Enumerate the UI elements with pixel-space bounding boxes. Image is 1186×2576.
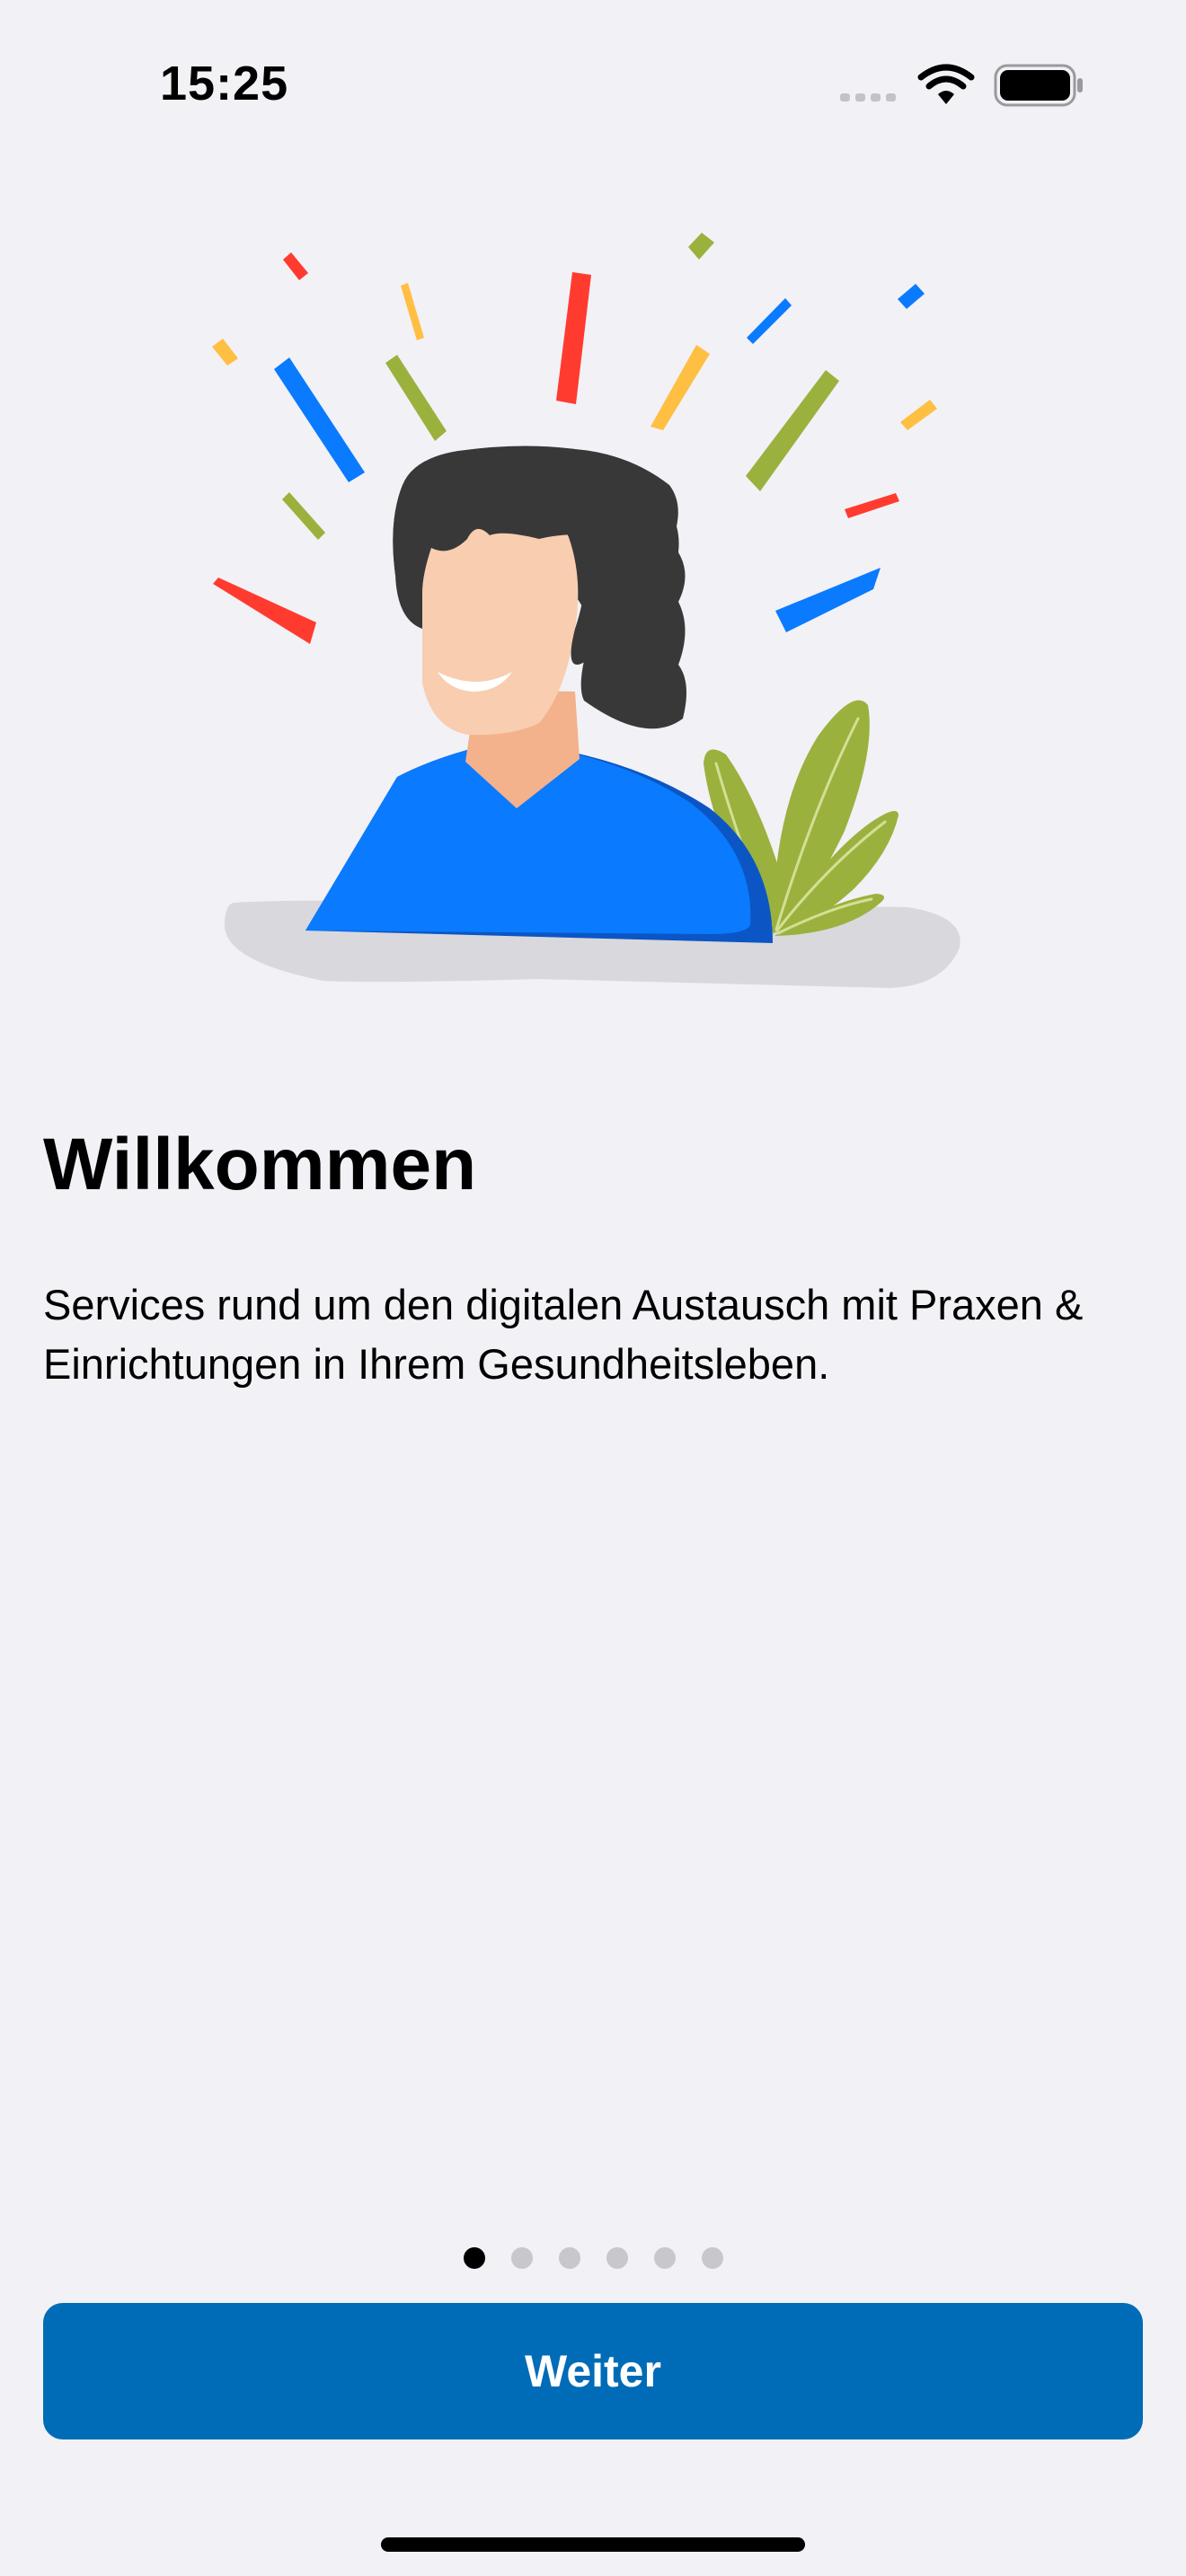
home-indicator[interactable] — [381, 2537, 805, 2552]
page-dot-2[interactable] — [510, 2247, 533, 2269]
wifi-icon — [917, 64, 975, 90]
page-dot-6[interactable] — [701, 2247, 723, 2269]
status-bar: 15:25 — [0, 0, 1186, 171]
welcome-illustration — [212, 233, 960, 988]
wifi-dot-icon — [938, 91, 954, 104]
page-dot-3[interactable] — [558, 2247, 580, 2269]
status-time: 15:25 — [160, 57, 289, 110]
page-title: Willkommen — [43, 1124, 477, 1205]
page-dot-1[interactable] — [463, 2247, 485, 2269]
battery-icon — [994, 64, 1083, 107]
next-button[interactable]: Weiter — [43, 2303, 1143, 2439]
page-dot-4[interactable] — [606, 2247, 628, 2269]
page-dot-5[interactable] — [653, 2247, 676, 2269]
status-icons — [840, 64, 1083, 107]
cellular-signal-icon — [840, 93, 896, 101]
page-description: Services rund um den digitalen Austausch… — [43, 1281, 1084, 1388]
page-indicator[interactable] — [0, 2240, 1186, 2276]
